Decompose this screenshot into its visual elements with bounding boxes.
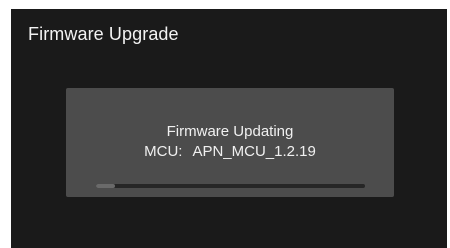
page-title: Firmware Upgrade xyxy=(28,24,179,44)
component-version-line: MCU: APN_MCU_1.2.19 xyxy=(66,143,394,160)
component-label: MCU: xyxy=(144,143,183,160)
update-status-text: Firmware Updating xyxy=(166,123,294,140)
progress-bar xyxy=(96,184,365,188)
update-progress-dialog: Firmware Updating MCU: APN_MCU_1.2.19 xyxy=(66,88,394,197)
component-version: APN_MCU_1.2.19 xyxy=(192,143,316,160)
progress-bar-fill xyxy=(96,184,115,188)
firmware-upgrade-screen: Firmware Upgrade Firmware Updating MCU: A… xyxy=(11,9,447,248)
